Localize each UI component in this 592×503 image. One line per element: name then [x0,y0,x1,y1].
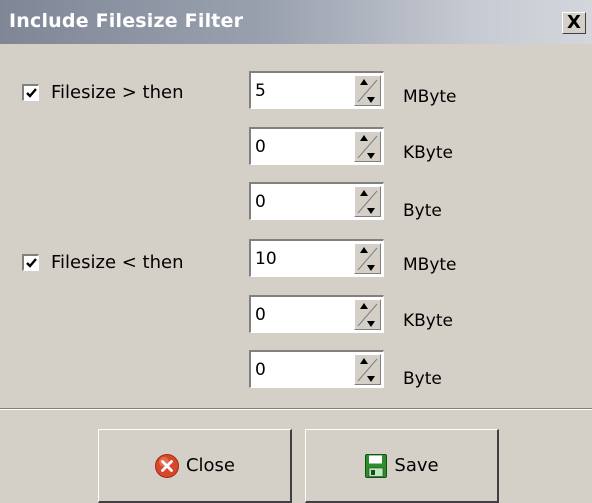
less-kbyte-unit: KByte [403,311,453,331]
filesize-filter-dialog: Include Filesize Filter X Filesize > the… [0,0,592,503]
less-byte-spinner[interactable]: 0 [249,350,384,388]
less-than-row: Filesize < then [22,252,184,273]
less-byte-value[interactable]: 0 [255,360,266,380]
floppy-disk-icon [365,453,388,478]
greater-byte-value[interactable]: 0 [255,192,266,212]
less-mbyte-value[interactable]: 10 [255,249,277,269]
save-button-label: Save [394,455,439,476]
window-title: Include Filesize Filter [9,10,244,32]
greater-than-row: Filesize > then [22,82,184,103]
close-window-icon[interactable]: X [562,12,586,34]
checkmark-icon [25,257,37,268]
spin-arrows-icon[interactable] [354,75,381,106]
greater-mbyte-spinner[interactable]: 5 [249,71,384,109]
checkmark-icon [25,87,37,98]
greater-than-checkbox[interactable] [22,84,39,101]
close-button-label: Close [185,455,236,476]
greater-byte-spinner[interactable]: 0 [249,182,384,220]
greater-mbyte-unit: MByte [403,87,457,107]
greater-byte-unit: Byte [403,201,442,221]
spin-arrows-icon[interactable] [354,243,381,274]
greater-mbyte-value[interactable]: 5 [255,81,266,101]
spin-arrows-icon[interactable] [354,186,381,217]
greater-than-label: Filesize > then [51,82,184,103]
save-button[interactable]: Save [305,429,499,503]
close-circle-icon [154,453,179,478]
spin-arrows-icon[interactable] [354,354,381,385]
greater-kbyte-spinner[interactable]: 0 [249,127,384,165]
less-mbyte-unit: MByte [403,255,457,275]
spin-arrows-icon[interactable] [354,131,381,162]
greater-kbyte-value[interactable]: 0 [255,137,266,157]
button-area-separator [0,408,592,410]
less-than-checkbox[interactable] [22,254,39,271]
less-kbyte-spinner[interactable]: 0 [249,295,384,333]
less-kbyte-value[interactable]: 0 [255,305,266,325]
less-than-label: Filesize < then [51,252,184,273]
less-byte-unit: Byte [403,369,442,389]
close-button[interactable]: Close [98,429,292,503]
less-mbyte-spinner[interactable]: 10 [249,239,384,277]
greater-kbyte-unit: KByte [403,143,453,163]
title-bar[interactable]: Include Filesize Filter X [0,0,592,44]
spin-arrows-icon[interactable] [354,299,381,330]
